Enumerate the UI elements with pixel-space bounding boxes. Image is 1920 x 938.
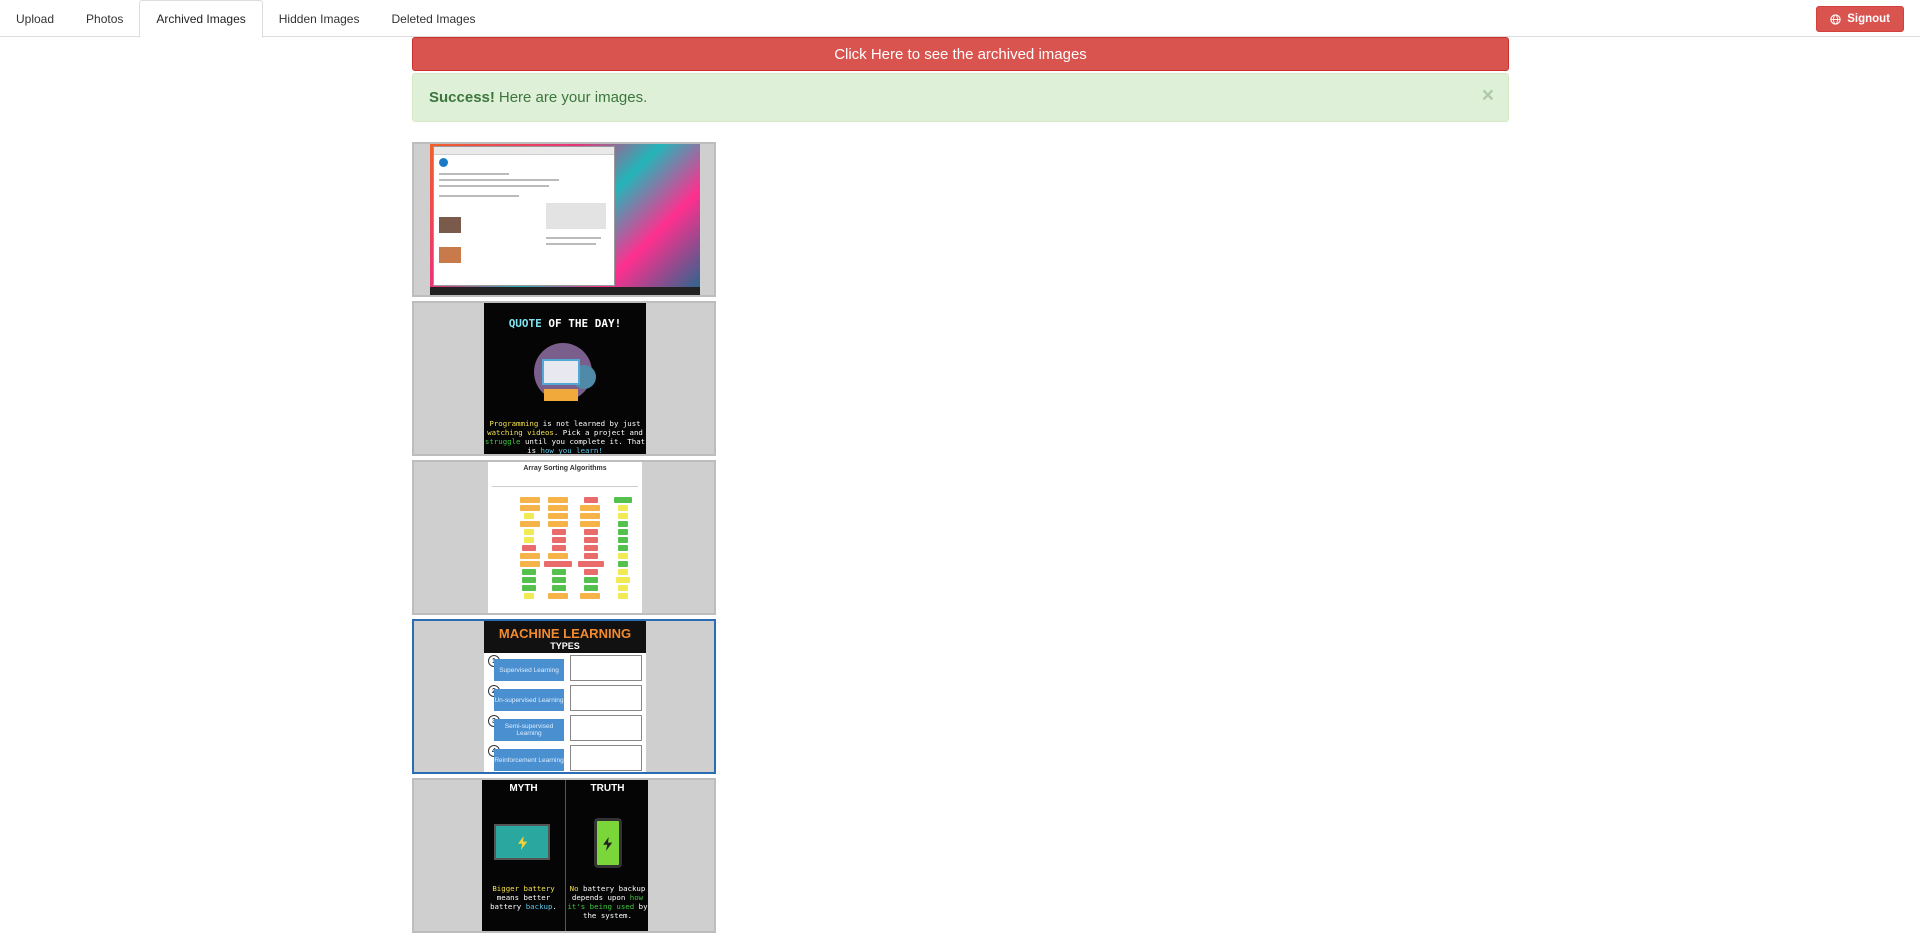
table-row (492, 512, 638, 519)
ml-types-image: MACHINE LEARNING TYPES 1 Supervised Lear… (484, 621, 646, 772)
table-row (492, 536, 638, 543)
quote-title: QUOTE OF THE DAY! (484, 317, 646, 330)
ml-type-label: Semi-supervised Learning (494, 719, 564, 741)
ml-detail-box (570, 685, 642, 711)
myth-heading: MYTH (509, 783, 538, 794)
ml-body: 1 Supervised Learning 2 Un-supervised Le… (484, 653, 646, 772)
image-thumbnail[interactable] (412, 142, 716, 297)
image-thumbnail[interactable]: Array Sorting Algorithms (412, 460, 716, 615)
ml-detail-box (570, 715, 642, 741)
lightning-icon (603, 837, 613, 851)
ml-type-label: Un-supervised Learning (494, 689, 564, 711)
ml-title: MACHINE LEARNING (498, 626, 632, 641)
table-row (492, 504, 638, 511)
alert-text: Here are your images. (498, 89, 648, 106)
image-thumbnail[interactable]: MACHINE LEARNING TYPES 1 Supervised Lear… (412, 619, 716, 774)
sorting-table-image: Array Sorting Algorithms (488, 462, 642, 613)
text-line (546, 243, 596, 245)
sidebar-box (546, 203, 606, 229)
image-thumbnail[interactable]: QUOTE OF THE DAY! Programming is not lea… (412, 301, 716, 456)
myth-column: MYTH Bigger battery means better battery… (482, 780, 565, 931)
ml-type-label: Reinforcement Learning (494, 749, 564, 771)
quote-part: . Pick a project and (553, 428, 643, 437)
browser-window (433, 146, 615, 286)
quote-part: how you learn! (540, 446, 603, 455)
tab-upload[interactable]: Upload (0, 0, 70, 37)
myth-text: Bigger battery means better battery back… (482, 884, 565, 911)
top-nav: Upload Photos Archived Images Hidden Ima… (0, 0, 1920, 38)
quote-part: Programming (489, 419, 539, 428)
image-list: QUOTE OF THE DAY! Programming is not lea… (412, 142, 716, 937)
laptop-icon (542, 359, 580, 385)
truth-text: No battery backup depends upon how it's … (566, 884, 649, 920)
close-icon[interactable]: × (1482, 85, 1494, 106)
table-row (492, 560, 638, 567)
text-line (439, 185, 549, 187)
text-line (439, 179, 559, 181)
quote-part: watching videos (487, 428, 554, 437)
table-row (492, 520, 638, 527)
quote-part: struggle (484, 437, 521, 446)
ml-detail-box (570, 655, 642, 681)
text-line (546, 237, 601, 239)
screenshot-image (430, 144, 700, 295)
battery-full-icon (594, 818, 622, 868)
ml-detail-box (570, 745, 642, 771)
myth-part: . (552, 902, 557, 911)
alert-strong: Success! (429, 89, 495, 106)
nav-tabs: Upload Photos Archived Images Hidden Ima… (0, 0, 492, 38)
tab-archived-images[interactable]: Archived Images (139, 0, 263, 38)
tab-deleted-images[interactable]: Deleted Images (375, 0, 491, 37)
table-row (492, 568, 638, 575)
quote-text: Programming is not learned by just watch… (484, 419, 646, 455)
signout-label: Signout (1847, 13, 1890, 25)
myth-truth-image: MYTH Bigger battery means better battery… (482, 780, 648, 931)
ml-type-label: Supervised Learning (494, 659, 564, 681)
image-thumbnail[interactable]: MYTH Bigger battery means better battery… (412, 778, 716, 933)
myth-part: backup (525, 902, 553, 911)
hp-logo-icon (439, 158, 448, 167)
table-row (492, 528, 638, 535)
table-title: Array Sorting Algorithms (523, 465, 607, 472)
photo-block (439, 217, 461, 233)
table-row (492, 584, 638, 591)
quote-part: is not learned by just (538, 419, 641, 428)
signout-button[interactable]: Signout (1816, 6, 1904, 32)
keyboard-icon (544, 389, 578, 401)
truth-part: No (569, 884, 579, 893)
table-row (492, 496, 638, 503)
tab-photos[interactable]: Photos (70, 0, 139, 37)
truth-heading: TRUTH (590, 783, 625, 794)
battery-icon (494, 824, 550, 860)
taskbar (430, 287, 700, 295)
quote-title-b: OF THE DAY! (541, 317, 622, 330)
table-row (492, 576, 638, 583)
table-row (492, 552, 638, 559)
quote-image: QUOTE OF THE DAY! Programming is not lea… (484, 303, 646, 454)
browser-titlebar (434, 147, 614, 155)
table-header (492, 480, 638, 487)
truth-column: TRUTH No battery backup depends upon how… (566, 780, 649, 931)
tab-hidden-images[interactable]: Hidden Images (263, 0, 376, 37)
show-archived-button[interactable]: Click Here to see the archived images (412, 37, 1509, 71)
table-row (492, 544, 638, 551)
lightning-icon (518, 836, 528, 850)
myth-part: Bigger battery (492, 884, 555, 893)
text-line (439, 173, 509, 175)
quote-title-a: QUOTE (508, 317, 542, 330)
ml-subtitle: TYPES (550, 641, 580, 651)
photo-block (439, 247, 461, 263)
text-line (439, 195, 519, 197)
globe-icon (1830, 13, 1841, 25)
table-row (492, 592, 638, 599)
success-alert: Success! Here are your images. × (412, 73, 1509, 122)
